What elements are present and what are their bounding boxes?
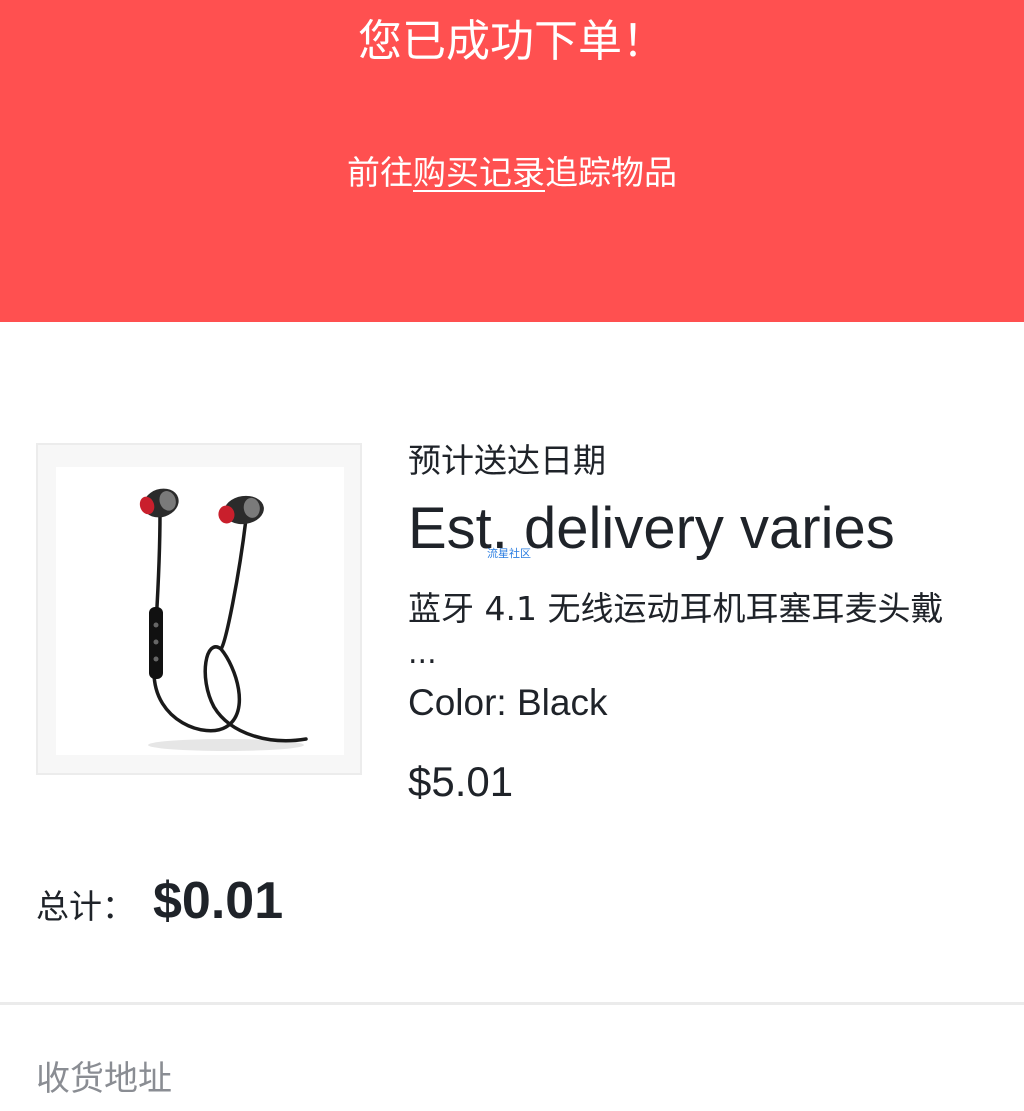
- product-price: $5.01: [408, 758, 514, 805]
- product-thumbnail[interactable]: [36, 443, 362, 775]
- section-divider: [0, 1002, 1024, 1005]
- shipping-address-heading: 收货地址: [36, 1059, 172, 1099]
- product-color-variant: Color: Black: [408, 682, 608, 723]
- order-success-banner: 您已成功下单！ 前往购买记录追踪物品: [0, 0, 1024, 322]
- earphones-image: [56, 467, 344, 755]
- watermark-text: 流星社区: [487, 547, 531, 560]
- total-label: 总计：: [36, 887, 135, 926]
- total-amount: $0.01: [153, 872, 284, 930]
- track-order-suffix: 追踪物品: [545, 153, 677, 192]
- track-order-prefix: 前往: [347, 153, 413, 192]
- product-title[interactable]: 蓝牙 4.1 无线运动耳机耳塞耳麦头戴: [408, 586, 998, 631]
- order-success-title: 您已成功下单！: [358, 16, 666, 67]
- product-title-ellipsis: ...: [408, 636, 437, 671]
- purchase-history-link[interactable]: 购买记录: [413, 153, 545, 192]
- delivery-date-label: 预计送达日期: [408, 441, 606, 480]
- track-order-message: 前往购买记录追踪物品: [0, 150, 1024, 196]
- delivery-date-value: Est. delivery varies: [408, 496, 895, 561]
